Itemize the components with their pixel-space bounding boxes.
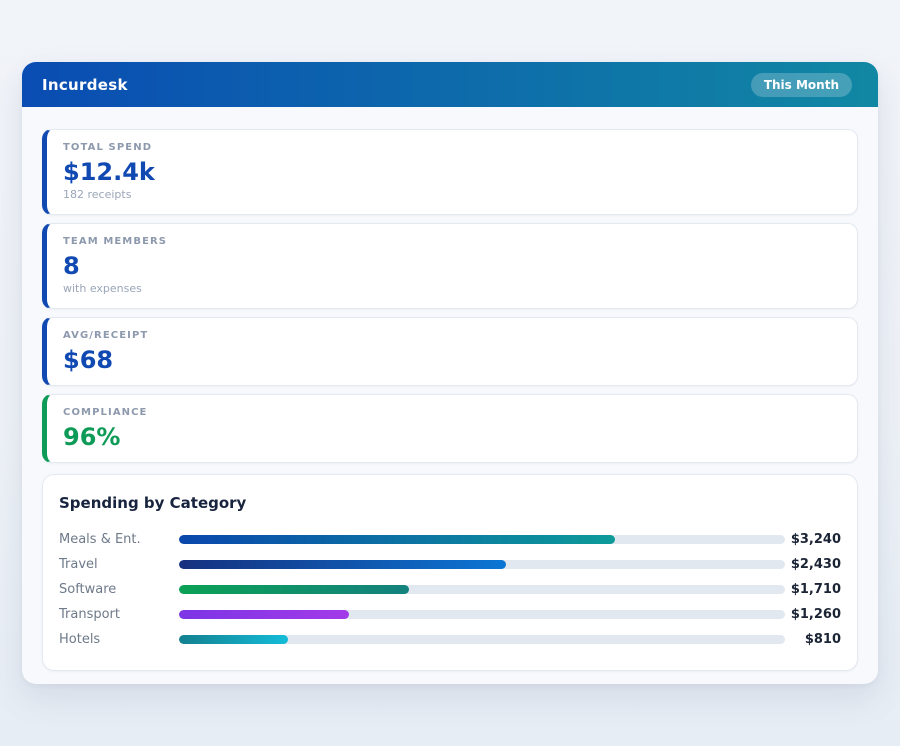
- category-label: Hotels: [59, 632, 179, 647]
- stat-card: TOTAL SPEND $12.4k 182 receipts: [42, 129, 858, 215]
- bar-track: [179, 635, 785, 644]
- stat-label: TEAM MEMBERS: [63, 236, 841, 248]
- stat-card: COMPLIANCE 96%: [42, 394, 858, 463]
- stat-card: TEAM MEMBERS 8 with expenses: [42, 223, 858, 309]
- category-row: Transport $1,260: [59, 602, 841, 627]
- stat-label: TOTAL SPEND: [63, 142, 841, 154]
- category-row: Hotels $810: [59, 627, 841, 652]
- category-value: $1,710: [785, 582, 841, 597]
- category-label: Meals & Ent.: [59, 532, 179, 547]
- stat-card: AVG/RECEIPT $68: [42, 317, 858, 386]
- category-label: Travel: [59, 557, 179, 572]
- stats-list: TOTAL SPEND $12.4k 182 receipts TEAM MEMBER…: [42, 129, 858, 463]
- stat-value: 8: [63, 253, 841, 279]
- bar-fill: [179, 535, 615, 544]
- stat-value: $12.4k: [63, 159, 841, 185]
- category-row: Software $1,710: [59, 577, 841, 602]
- this-month-badge[interactable]: This Month: [751, 73, 852, 97]
- stat-value: 96%: [63, 424, 841, 450]
- category-value: $810: [785, 632, 841, 647]
- app-title: Incurdesk: [42, 76, 128, 94]
- category-bar-chart: Meals & Ent. $3,240 Travel $2,430 Software $1…: [59, 527, 841, 652]
- category-row: Travel $2,430: [59, 552, 841, 577]
- bar-track: [179, 535, 785, 544]
- dashboard-content: TOTAL SPEND $12.4k 182 receipts TEAM MEMBER…: [22, 107, 878, 684]
- category-label: Transport: [59, 607, 179, 622]
- stat-value: $68: [63, 347, 841, 373]
- category-value: $2,430: [785, 557, 841, 572]
- category-row: Meals & Ent. $3,240: [59, 527, 841, 552]
- dashboard-card: Incurdesk This Month TOTAL SPEND $12.4k 18…: [22, 62, 878, 684]
- bar-track: [179, 560, 785, 569]
- stat-sub: 182 receipts: [63, 188, 841, 202]
- category-value: $1,260: [785, 607, 841, 622]
- bar-fill: [179, 585, 409, 594]
- bar-fill: [179, 635, 288, 644]
- category-label: Software: [59, 582, 179, 597]
- stat-label: AVG/RECEIPT: [63, 330, 841, 342]
- bar-fill: [179, 560, 506, 569]
- stat-label: COMPLIANCE: [63, 407, 841, 419]
- stat-sub: with expenses: [63, 282, 841, 296]
- app-header: Incurdesk This Month: [22, 62, 878, 107]
- bar-track: [179, 610, 785, 619]
- bar-fill: [179, 610, 349, 619]
- bar-track: [179, 585, 785, 594]
- spending-title: Spending by Category: [59, 495, 841, 511]
- category-value: $3,240: [785, 532, 841, 547]
- spending-card: Spending by Category Meals & Ent. $3,240 T…: [42, 474, 858, 671]
